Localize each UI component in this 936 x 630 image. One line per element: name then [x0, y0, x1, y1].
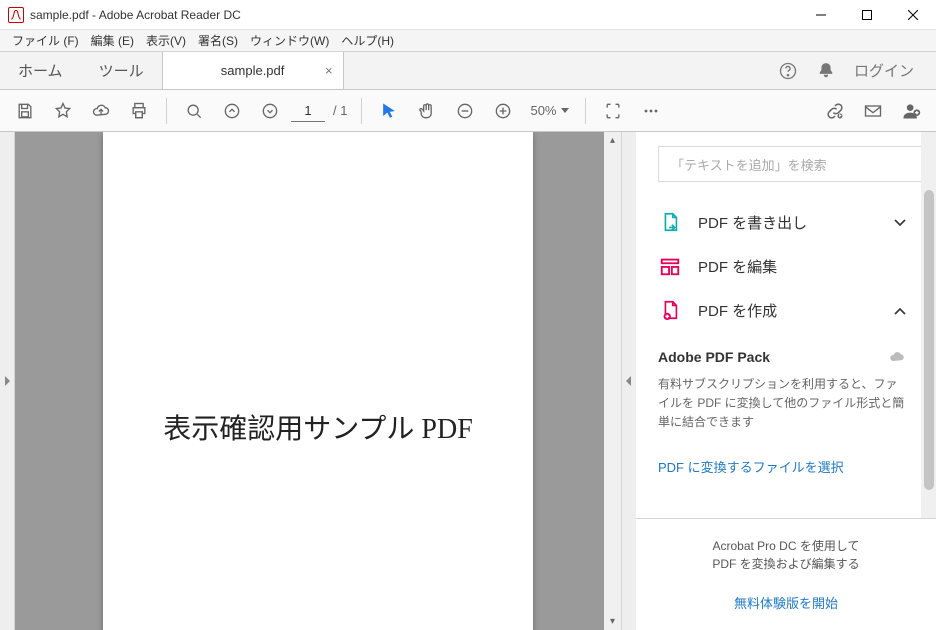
menu-edit[interactable]: 編集 (E) — [85, 30, 140, 51]
maximize-button[interactable] — [844, 0, 890, 30]
toolbar-link-share[interactable] — [818, 94, 852, 128]
help-icon[interactable] — [778, 61, 798, 81]
bottom-promo: Acrobat Pro DC を使用して PDF を変換および編集する 無料体験… — [636, 518, 936, 630]
promo-line2: PDF を変換および編集する — [712, 557, 859, 571]
toolbar-hand[interactable] — [410, 94, 444, 128]
scroll-up-icon[interactable]: ▴ — [604, 132, 621, 149]
left-rail-expand[interactable] — [0, 132, 15, 630]
toolbar-email[interactable] — [856, 94, 890, 128]
toolbar: / 1 50% — [0, 90, 936, 132]
toolbar-select[interactable] — [372, 94, 406, 128]
scrollbar-thumb[interactable] — [924, 190, 934, 490]
promo-line1: Acrobat Pro DC を使用して — [712, 539, 859, 553]
toolbar-zoom-in[interactable] — [486, 94, 520, 128]
toolbar-sep — [585, 98, 586, 124]
tool-edit-pdf[interactable]: PDF を編集 — [658, 244, 922, 288]
viewer-scrollbar[interactable]: ▴ ▾ — [604, 132, 621, 630]
tool-export-pdf[interactable]: PDF を書き出し — [658, 200, 922, 244]
bell-icon[interactable] — [816, 61, 836, 81]
toolbar-print[interactable] — [122, 94, 156, 128]
pack-title: Adobe PDF Pack — [658, 349, 770, 365]
tab-close-icon[interactable]: × — [325, 63, 333, 78]
chevron-up-icon — [894, 303, 906, 318]
create-pdf-icon — [658, 298, 682, 322]
toolbar-sep — [166, 98, 167, 124]
close-button[interactable] — [890, 0, 936, 30]
document-viewer[interactable]: 表示確認用サンプル PDF ▴ ▾ — [15, 132, 621, 630]
toolbar-overflow[interactable] — [634, 94, 668, 128]
tool-label: PDF を編集 — [698, 256, 777, 277]
menu-view[interactable]: 表示(V) — [140, 30, 192, 51]
menu-help[interactable]: ヘルプ(H) — [335, 30, 400, 51]
pdf-page: 表示確認用サンプル PDF — [103, 132, 533, 630]
scroll-down-icon[interactable]: ▾ — [604, 613, 621, 630]
window-title: sample.pdf - Adobe Acrobat Reader DC — [30, 8, 241, 22]
toolbar-search[interactable] — [177, 94, 211, 128]
edit-pdf-icon — [658, 254, 682, 278]
chevron-down-icon — [894, 215, 906, 230]
adobe-pdf-pack: Adobe PDF Pack 有料サブスクリプションを利用すると、ファイルを P… — [658, 348, 922, 476]
tab-document-label: sample.pdf — [221, 63, 285, 78]
toolbar-page-down[interactable] — [253, 94, 287, 128]
tool-label: PDF を書き出し — [698, 212, 807, 233]
app-tabs: ホーム ツール sample.pdf × ログイン — [0, 52, 936, 90]
toolbar-share-user[interactable] — [894, 94, 928, 128]
menu-file[interactable]: ファイル (F) — [6, 30, 85, 51]
menu-window[interactable]: ウィンドウ(W) — [244, 30, 335, 51]
page-total: / 1 — [329, 103, 351, 118]
toolbar-fit[interactable] — [596, 94, 630, 128]
minimize-button[interactable] — [798, 0, 844, 30]
cloud-icon — [888, 348, 906, 365]
toolbar-cloud[interactable] — [84, 94, 118, 128]
pack-desc: 有料サブスクリプションを利用すると、ファイルを PDF に変換して他のファイル形… — [658, 375, 906, 433]
tab-home[interactable]: ホーム — [0, 52, 81, 89]
panel-scrollbar[interactable] — [921, 132, 936, 518]
main: 表示確認用サンプル PDF ▴ ▾ 「テキストを追加」を検索 PDF を書き出し — [0, 132, 936, 630]
menubar: ファイル (F) 編集 (E) 表示(V) 署名(S) ウィンドウ(W) ヘルプ… — [0, 30, 936, 52]
tab-tools[interactable]: ツール — [81, 52, 162, 89]
pdf-text: 表示確認用サンプル PDF — [103, 407, 533, 447]
page-number-input[interactable] — [291, 100, 325, 122]
start-trial-link[interactable]: 無料体験版を開始 — [656, 593, 916, 612]
export-pdf-icon — [658, 210, 682, 234]
toolbar-sep — [361, 98, 362, 124]
window-controls — [798, 0, 936, 30]
tool-create-pdf[interactable]: PDF を作成 — [658, 288, 922, 332]
toolbar-zoom-out[interactable] — [448, 94, 482, 128]
zoom-dropdown[interactable]: 50% — [524, 103, 574, 118]
toolbar-page-up[interactable] — [215, 94, 249, 128]
menu-sign[interactable]: 署名(S) — [192, 30, 244, 51]
toolbar-star[interactable] — [46, 94, 80, 128]
login-link[interactable]: ログイン — [854, 60, 914, 81]
pack-select-file-link[interactable]: PDF に変換するファイルを選択 — [658, 457, 906, 476]
titlebar: sample.pdf - Adobe Acrobat Reader DC — [0, 0, 936, 30]
tools-search[interactable]: 「テキストを追加」を検索 — [658, 146, 922, 182]
tab-document[interactable]: sample.pdf × — [162, 52, 344, 89]
zoom-value: 50% — [530, 103, 556, 118]
search-placeholder: 「テキストを追加」を検索 — [671, 155, 827, 174]
tools-panel: 「テキストを追加」を検索 PDF を書き出し PDF を編集 — [636, 132, 936, 630]
tool-label: PDF を作成 — [698, 300, 777, 321]
right-rail-collapse[interactable] — [621, 132, 636, 630]
toolbar-save[interactable] — [8, 94, 42, 128]
app-icon — [8, 7, 24, 23]
